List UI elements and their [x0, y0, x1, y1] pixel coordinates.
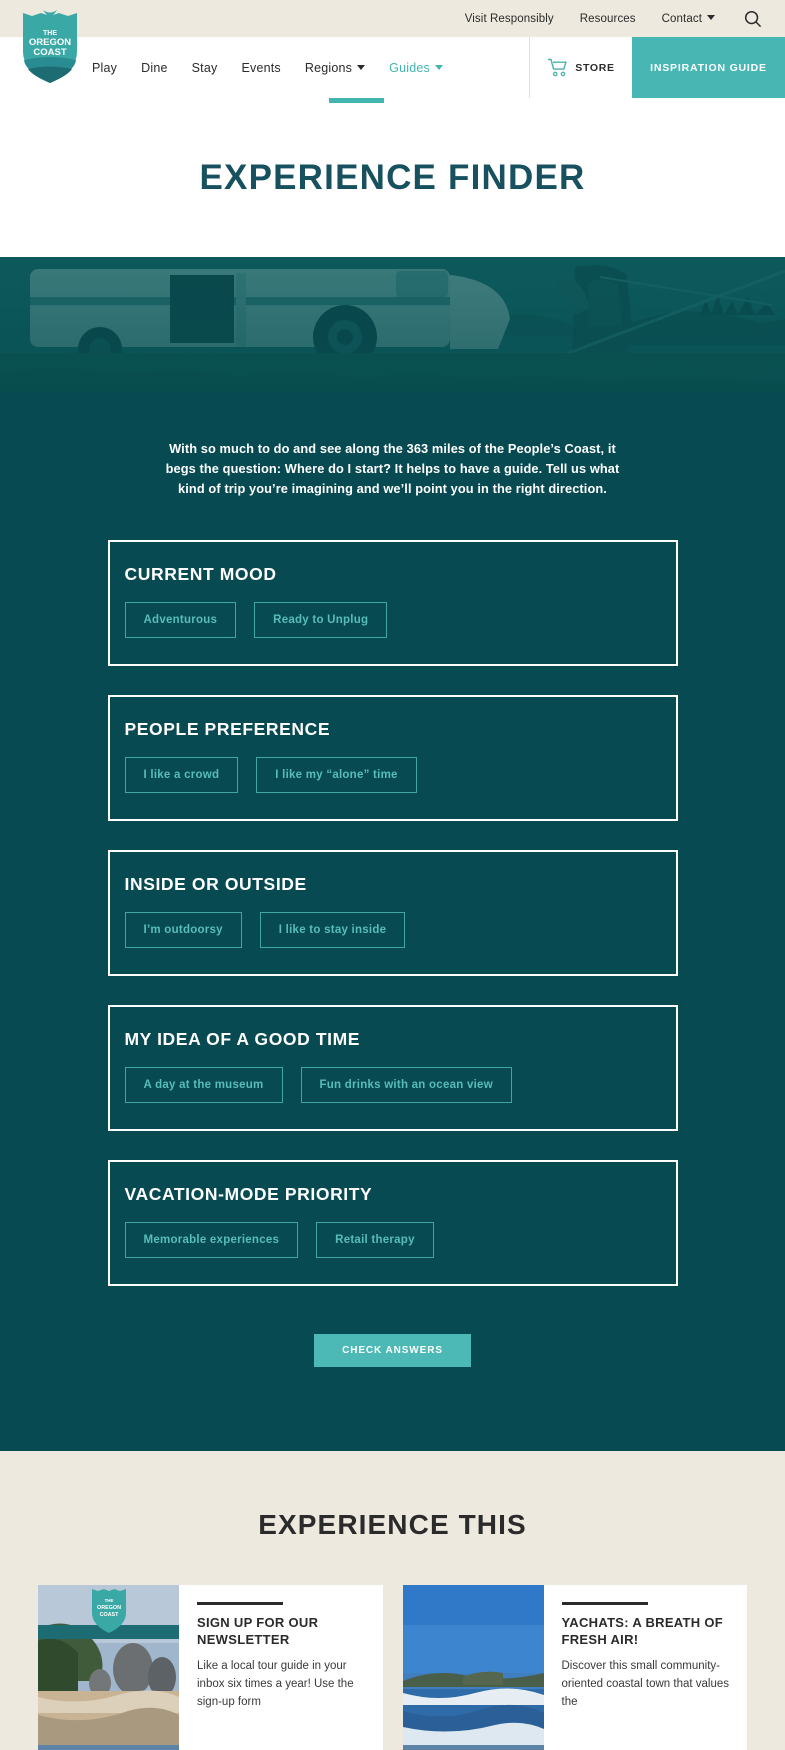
quiz-question-label: VACATION-MODE PRIORITY [124, 1184, 373, 1205]
search-icon [744, 10, 762, 27]
nav-item-guides[interactable]: Guides [389, 61, 443, 75]
experience-card-yachats[interactable]: YACHATS: A BREATH OF FRESH AIR! Discover… [402, 1585, 748, 1750]
utility-link-contact-label: Contact [661, 12, 702, 25]
quiz-option-button[interactable]: Memorable experiences [124, 1222, 299, 1259]
site-logo[interactable]: THE OREGON COAST [19, 4, 81, 86]
quiz-card-inside-or-outside: INSIDE OR OUTSIDE I’m outdoorsy I like t… [107, 850, 678, 977]
svg-text:OREGON: OREGON [97, 1605, 121, 1611]
nav-item-guides-label: Guides [389, 60, 430, 75]
quiz-option-button[interactable]: Fun drinks with an ocean view [300, 1067, 512, 1104]
quiz-option-group: Adventurous Ready to Unplug [124, 602, 660, 639]
utility-link-resources[interactable]: Resources [580, 13, 636, 25]
experience-this-heading: EXPERIENCE THIS [258, 1509, 527, 1541]
inspiration-guide-button[interactable]: INSPIRATION GUIDE [632, 37, 785, 98]
quiz-form: CURRENT MOOD Adventurous Ready to Unplug… [107, 540, 678, 1287]
shopping-cart-icon [548, 58, 567, 77]
nav-item-play[interactable]: Play [92, 61, 117, 75]
quiz-option-button[interactable]: Ready to Unplug [254, 602, 388, 639]
page-title-band: EXPERIENCE FINDER [0, 98, 785, 257]
experience-card-body: YACHATS: A BREATH OF FRESH AIR! Discover… [544, 1585, 748, 1750]
quiz-option-button[interactable]: Retail therapy [316, 1222, 434, 1259]
check-answers-button[interactable]: CHECK ANSWERS [314, 1334, 471, 1368]
quiz-option-button[interactable]: Adventurous [124, 602, 237, 639]
quiz-option-group: I like a crowd I like my “alone” time [124, 757, 660, 794]
quiz-option-button[interactable]: I like to stay inside [259, 912, 406, 949]
experience-card-image: THE OREGON COAST [38, 1585, 179, 1750]
experience-card-newsletter[interactable]: THE OREGON COAST SIGN UP FOR OUR NEWSLET… [38, 1585, 383, 1750]
quiz-question-label: PEOPLE PREFERENCE [124, 719, 331, 740]
hero-teal-overlay [0, 257, 785, 392]
main-navigation: Play Dine Stay Events Regions Guides STO… [0, 37, 785, 103]
active-nav-indicator [329, 98, 384, 103]
quiz-card-people-preference: PEOPLE PREFERENCE I like a crowd I like … [107, 695, 678, 822]
experience-finder-section: With so much to do and see along the 363… [0, 392, 785, 1452]
quiz-option-group: Memorable experiences Retail therapy [124, 1222, 660, 1259]
store-button-label: STORE [575, 61, 615, 74]
oregon-coast-shield-logo: THE OREGON COAST [23, 10, 77, 83]
quiz-option-group: I’m outdoorsy I like to stay inside [124, 912, 660, 949]
quiz-option-button[interactable]: I like a crowd [124, 757, 239, 794]
quiz-option-button[interactable]: I’m outdoorsy [124, 912, 242, 949]
nav-actions-group: STORE INSPIRATION GUIDE [529, 37, 785, 98]
utility-link-visit-responsibly[interactable]: Visit Responsibly [465, 13, 554, 25]
chevron-down-icon [707, 14, 715, 20]
quiz-card-good-time: MY IDEA OF A GOOD TIME A day at the muse… [107, 1005, 678, 1132]
quiz-option-group: A day at the museum Fun drinks with an o… [124, 1067, 660, 1104]
quiz-question-label: MY IDEA OF A GOOD TIME [124, 1029, 361, 1050]
quiz-card-current-mood: CURRENT MOOD Adventurous Ready to Unplug [107, 540, 678, 667]
svg-text:COAST: COAST [99, 1612, 119, 1618]
quiz-option-button[interactable]: A day at the museum [124, 1067, 283, 1104]
nav-item-regions[interactable]: Regions [304, 60, 366, 75]
nav-item-stay[interactable]: Stay [192, 61, 218, 75]
experience-card-title: YACHATS: A BREATH OF FRESH AIR! [561, 1615, 724, 1648]
quiz-card-vacation-mode-priority: VACATION-MODE PRIORITY Memorable experie… [107, 1160, 678, 1287]
experience-card-text: Like a local tour guide in your inbox si… [197, 1660, 354, 1708]
page-title: EXPERIENCE FINDER [199, 157, 586, 197]
quiz-question-label: INSIDE OR OUTSIDE [124, 874, 307, 895]
nav-item-dine[interactable]: Dine [141, 61, 168, 75]
nav-item-regions-label: Regions [304, 60, 353, 75]
svg-text:COAST: COAST [33, 47, 66, 58]
experience-card-title: SIGN UP FOR OUR NEWSLETTER [197, 1615, 319, 1648]
experience-card-image [402, 1585, 544, 1750]
hero-banner [0, 257, 785, 392]
utility-link-contact[interactable]: Contact [662, 13, 715, 25]
title-rule [197, 1602, 283, 1606]
chevron-down-icon [434, 64, 443, 70]
store-button[interactable]: STORE [529, 37, 632, 98]
oregon-coast-shield-badge-icon: THE OREGON COAST [91, 1589, 126, 1634]
chevron-down-icon [357, 64, 366, 70]
svg-text:THE: THE [43, 30, 57, 37]
nav-item-events[interactable]: Events [241, 61, 280, 75]
quiz-option-button[interactable]: I like my “alone” time [256, 757, 417, 794]
search-button[interactable] [743, 9, 763, 29]
experience-card-body: SIGN UP FOR OUR NEWSLETTER Like a local … [179, 1585, 383, 1750]
intro-paragraph: With so much to do and see along the 363… [165, 441, 620, 496]
experience-card-text: Discover this small community-oriented c… [561, 1660, 730, 1708]
utility-bar: Visit Responsibly Resources Contact [0, 0, 785, 37]
quiz-question-label: CURRENT MOOD [124, 564, 277, 585]
experience-this-card-list: THE OREGON COAST SIGN UP FOR OUR NEWSLET… [0, 1585, 785, 1750]
submit-row: CHECK ANSWERS [0, 1334, 785, 1368]
title-rule [561, 1602, 648, 1606]
yachats-coastline-image [402, 1585, 544, 1746]
